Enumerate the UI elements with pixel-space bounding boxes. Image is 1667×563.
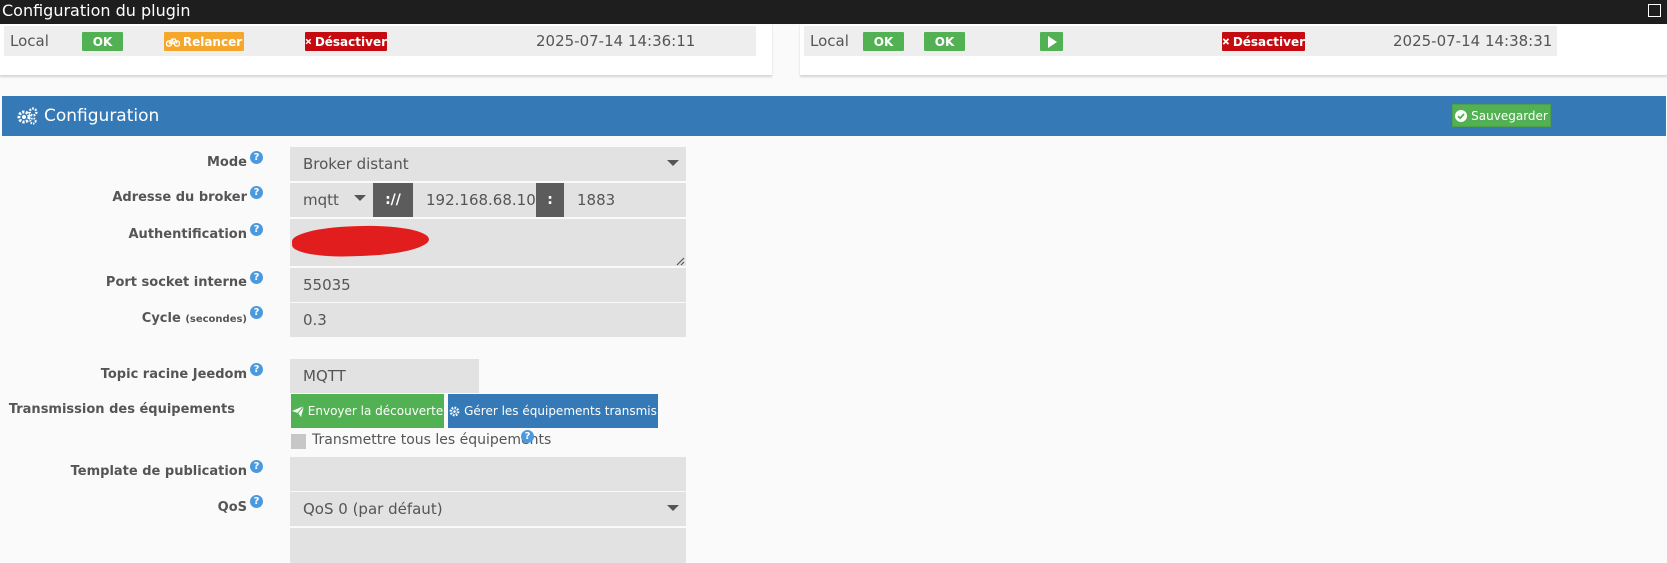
save-label: Sauvegarder (1471, 108, 1548, 123)
daemon-status-row-right: Local OK OK Désactiver 2025-07-14 14:38:… (804, 26, 1557, 56)
help-icon[interactable]: ? (250, 460, 263, 473)
last-launch-timestamp: 2025-07-14 14:38:31 (1393, 32, 1553, 50)
config-ok-badge: OK (924, 32, 965, 51)
close-icon (1222, 38, 1230, 45)
disable-label: Désactiver (1232, 34, 1305, 49)
help-icon[interactable]: ? (250, 363, 263, 376)
socket-port-value: 55035 (303, 276, 351, 294)
window-title: Configuration du plugin (2, 1, 191, 20)
configuration-header: Configuration Sauvegarder (2, 96, 1666, 136)
daemon-panel-right: Local OK OK Désactiver 2025-07-14 14:38:… (800, 24, 1667, 76)
restart-label: Relancer (182, 34, 243, 49)
help-icon[interactable]: ? (250, 223, 263, 236)
root-topic-input[interactable]: MQTT (290, 359, 479, 393)
play-icon (1047, 35, 1057, 48)
mode-select-value: Broker distant (303, 155, 409, 173)
broker-host-value: 192.168.68.100 (426, 191, 536, 209)
cycle-value: 0.3 (303, 311, 327, 329)
close-icon (305, 38, 312, 45)
broker-host-input[interactable]: 192.168.68.100 (413, 183, 536, 217)
template-select[interactable] (290, 457, 686, 491)
socket-port-input[interactable]: 55035 (290, 268, 686, 302)
restart-button[interactable]: Relancer (164, 32, 244, 51)
chevron-down-icon (667, 505, 679, 511)
transmit-all-label: Transmettre tous les équipements (312, 432, 552, 448)
qos-select[interactable]: QoS 0 (par défaut) (290, 492, 686, 526)
help-icon[interactable]: ? (250, 306, 263, 319)
broker-address-label: Adresse du broker (112, 190, 247, 205)
window-titlebar: Configuration du plugin (0, 0, 1667, 24)
next-field-partial[interactable] (290, 528, 686, 563)
cycle-label-text: Cycle (141, 311, 181, 326)
broker-port-value: 1883 (577, 191, 616, 209)
help-icon[interactable]: ? (521, 430, 534, 443)
template-label: Template de publication (70, 464, 247, 479)
daemon-name: Local (10, 32, 49, 50)
disable-button[interactable]: Désactiver (1222, 32, 1305, 51)
qos-label: QoS (217, 500, 247, 515)
check-circle-icon (1455, 109, 1468, 122)
transmission-label: Transmission des équipements (8, 402, 235, 417)
status-ok-badge: OK (863, 32, 904, 51)
help-icon[interactable]: ? (250, 186, 263, 199)
resize-handle-icon[interactable] (676, 257, 685, 266)
last-launch-timestamp: 2025-07-14 14:36:11 (536, 32, 696, 50)
authentication-label: Authentification (128, 227, 248, 242)
broker-port-input[interactable]: 1883 (564, 183, 686, 217)
daemon-status-row-left: Local OK Relancer Désactiver 2025-07-14 … (4, 26, 756, 56)
transmit-all-checkbox[interactable] (291, 434, 306, 449)
cycle-unit: (secondes) (185, 314, 247, 325)
maximize-icon[interactable] (1648, 4, 1661, 17)
disable-button[interactable]: Désactiver (305, 32, 387, 51)
disable-label: Désactiver (314, 34, 387, 49)
gears-icon (17, 107, 38, 125)
protocol-separator: :// (373, 183, 413, 217)
status-ok-badge: OK (82, 32, 123, 51)
cycle-input[interactable]: 0.3 (290, 303, 686, 337)
mode-label: Mode (207, 155, 247, 170)
help-icon[interactable]: ? (250, 495, 263, 508)
cycle-label: Cycle (secondes) (142, 311, 247, 326)
start-button[interactable] (1040, 32, 1063, 51)
mode-select[interactable]: Broker distant (290, 147, 686, 181)
bicycle-icon (165, 37, 180, 47)
daemon-panel-left: Local OK Relancer Désactiver 2025-07-14 … (0, 24, 772, 76)
socket-port-label: Port socket interne (105, 275, 247, 290)
daemon-name: Local (810, 32, 849, 50)
help-icon[interactable]: ? (250, 151, 263, 164)
save-button[interactable]: Sauvegarder (1452, 104, 1551, 127)
root-topic-label: Topic racine Jeedom (100, 367, 247, 382)
configuration-title: Configuration (44, 106, 160, 126)
gear-icon (449, 406, 460, 416)
paper-plane-icon (291, 405, 304, 417)
qos-value: QoS 0 (par défaut) (303, 500, 443, 518)
port-separator: : (536, 183, 564, 217)
send-discovery-button[interactable]: Envoyer la découverte (291, 394, 444, 428)
manage-transmitted-label: Gérer les équipements transmis (464, 404, 657, 418)
chevron-down-icon (354, 195, 366, 201)
help-icon[interactable]: ? (250, 271, 263, 284)
manage-transmitted-button[interactable]: Gérer les équipements transmis (448, 394, 658, 428)
root-topic-value: MQTT (303, 367, 346, 385)
send-discovery-label: Envoyer la découverte (307, 404, 444, 418)
chevron-down-icon (667, 160, 679, 166)
broker-protocol-value: mqtt (303, 191, 339, 209)
